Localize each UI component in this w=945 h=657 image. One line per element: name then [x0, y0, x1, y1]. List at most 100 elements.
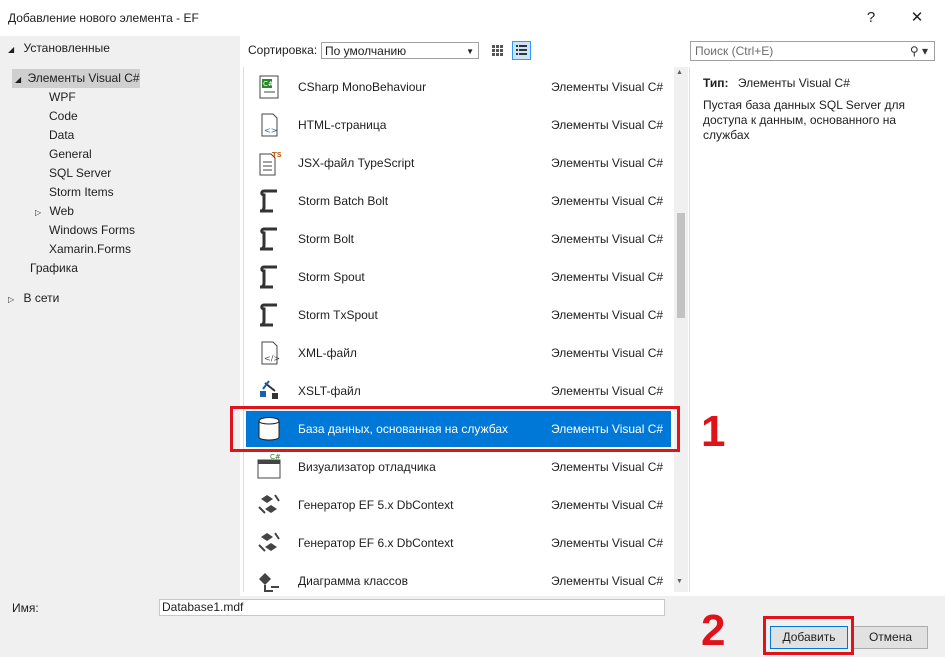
close-button[interactable]: ✕	[904, 6, 930, 30]
item-name: Storm TxSpout	[298, 308, 378, 322]
item-name: XML-файл	[298, 346, 357, 360]
grid-view-icon	[492, 45, 503, 56]
tree-item-wpf[interactable]: WPF	[49, 88, 76, 107]
item-category: Элементы Visual C#	[551, 346, 664, 360]
item-category: Элементы Visual C#	[551, 194, 664, 208]
collapse-arrow-icon[interactable]: ◢	[8, 45, 14, 54]
item-name: Storm Batch Bolt	[298, 194, 389, 208]
typescript-file-icon: TS	[259, 151, 282, 176]
template-list: C# CSharp MonoBehaviour Элементы Visual …	[243, 67, 689, 592]
tree-item-windows-forms[interactable]: Windows Forms	[49, 221, 135, 240]
search-icon[interactable]: ⚲ ▾	[910, 42, 928, 60]
description-text: Пустая база данных SQL Server для доступ…	[703, 98, 905, 142]
annotation-marker-1: 1	[701, 407, 726, 456]
list-scrollbar[interactable]	[674, 67, 688, 592]
item-category: Элементы Visual C#	[551, 460, 664, 474]
highlight-box-add-button	[763, 616, 854, 655]
sort-dropdown[interactable]: По умолчанию ▼	[321, 42, 479, 59]
tree-item-general[interactable]: General	[49, 145, 92, 164]
list-view-button[interactable]	[512, 41, 531, 60]
item-category: Элементы Visual C#	[551, 308, 664, 322]
item-category: Элементы Visual C#	[551, 498, 664, 512]
item-name: Storm Spout	[298, 270, 365, 284]
expand-arrow-icon[interactable]: ▷	[35, 208, 41, 217]
list-item[interactable]: <> HTML-страница Элементы Visual C#	[246, 107, 671, 143]
highlight-box-selected-item	[230, 406, 680, 452]
tree-item-web[interactable]: ▷ Web	[35, 202, 74, 221]
expand-arrow-icon[interactable]: ▷	[8, 295, 14, 304]
ef-generator-icon	[258, 532, 280, 552]
list-item[interactable]: XSLT-файл Элементы Visual C#	[246, 373, 671, 409]
tree-item-storm-items[interactable]: Storm Items	[49, 183, 114, 202]
tree-item-sql-server[interactable]: SQL Server	[49, 164, 111, 183]
item-name: CSharp MonoBehaviour	[298, 80, 427, 94]
storm-icon	[259, 265, 277, 289]
window-title: Добавление нового элемента - EF	[8, 11, 199, 25]
search-placeholder: Поиск (Ctrl+E)	[695, 44, 774, 58]
description-panel: Тип: Элементы Visual C# Пустая база данн…	[689, 67, 936, 592]
scroll-down-arrow-icon[interactable]: ▼	[676, 578, 683, 585]
list-item[interactable]: C# Визуализатор отладчика Элементы Visua…	[246, 449, 671, 485]
item-category: Элементы Visual C#	[551, 232, 664, 246]
category-tree: ◢ Установленные ◢ Элементы Visual C# WPF…	[0, 36, 240, 596]
scroll-up-arrow-icon[interactable]: ▲	[676, 69, 683, 76]
tree-installed-label: Установленные	[23, 41, 110, 55]
item-name: Генератор EF 5.x DbContext	[298, 498, 454, 512]
svg-text:C#: C#	[263, 80, 274, 88]
item-category: Элементы Visual C#	[551, 536, 664, 550]
name-label: Имя:	[12, 601, 39, 615]
item-category: Элементы Visual C#	[551, 574, 664, 588]
type-label: Тип:	[703, 76, 729, 90]
tree-item-visual-csharp[interactable]: ◢ Элементы Visual C#	[12, 69, 140, 88]
cancel-button[interactable]: Отмена	[853, 626, 928, 649]
help-button[interactable]: ?	[858, 6, 884, 30]
scrollbar-thumb[interactable]	[677, 213, 685, 318]
list-item[interactable]: Storm TxSpout Элементы Visual C#	[246, 297, 671, 333]
list-item[interactable]: Storm Spout Элементы Visual C#	[246, 259, 671, 295]
item-category: Элементы Visual C#	[551, 156, 664, 170]
tree-item-xamarin-forms[interactable]: Xamarin.Forms	[49, 240, 131, 259]
list-item[interactable]: Storm Batch Bolt Элементы Visual C#	[246, 183, 671, 219]
list-item[interactable]: Генератор EF 6.x DbContext Элементы Visu…	[246, 525, 671, 561]
class-diagram-icon	[259, 573, 279, 592]
item-name: JSX-файл TypeScript	[298, 156, 415, 170]
visualizer-icon: C#	[257, 453, 281, 479]
item-category: Элементы Visual C#	[551, 118, 664, 132]
csharp-file-icon: C#	[259, 75, 279, 99]
xslt-file-icon	[260, 380, 278, 399]
item-name: Storm Bolt	[298, 232, 355, 246]
type-line: Тип: Элементы Visual C#	[703, 76, 850, 90]
tree-item-graphics[interactable]: Графика	[30, 259, 78, 278]
item-category: Элементы Visual C#	[551, 80, 664, 94]
svg-text:<>: <>	[264, 126, 277, 135]
html-file-icon: <>	[261, 113, 278, 137]
list-item[interactable]: Storm Bolt Элементы Visual C#	[246, 221, 671, 257]
sort-value: По умолчанию	[325, 44, 407, 58]
tree-online[interactable]: ▷ В сети	[8, 289, 59, 308]
annotation-marker-2: 2	[701, 606, 726, 655]
tree-installed[interactable]: ◢ Установленные	[8, 39, 110, 58]
item-name: XSLT-файл	[298, 384, 361, 398]
ef-generator-icon	[258, 494, 280, 514]
name-input[interactable]: Database1.mdf	[159, 599, 665, 616]
list-item[interactable]: TS JSX-файл TypeScript Элементы Visual C…	[246, 145, 671, 181]
list-item[interactable]: Генератор EF 5.x DbContext Элементы Visu…	[246, 487, 671, 523]
tree-item-code[interactable]: Code	[49, 107, 78, 126]
list-item[interactable]: C# CSharp MonoBehaviour Элементы Visual …	[246, 69, 671, 105]
item-name: Визуализатор отладчика	[298, 460, 436, 474]
list-item[interactable]: Диаграмма классов Элементы Visual C#	[246, 563, 671, 599]
storm-icon	[259, 303, 277, 327]
search-input[interactable]: Поиск (Ctrl+E) ⚲ ▾	[690, 41, 935, 61]
tree-item-data[interactable]: Data	[49, 126, 74, 145]
item-name: Диаграмма классов	[298, 574, 408, 588]
list-item[interactable]: </> XML-файл Элементы Visual C#	[246, 335, 671, 371]
list-view-icon	[516, 45, 527, 55]
item-category: Элементы Visual C#	[551, 270, 664, 284]
svg-text:TS: TS	[272, 151, 282, 159]
xml-file-icon: </>	[261, 341, 280, 365]
collapse-arrow-icon[interactable]: ◢	[15, 75, 21, 84]
svg-text:</>: </>	[264, 354, 280, 363]
storm-icon	[259, 189, 277, 213]
small-icons-view-button[interactable]	[488, 41, 507, 60]
sort-label: Сортировка:	[248, 43, 318, 57]
